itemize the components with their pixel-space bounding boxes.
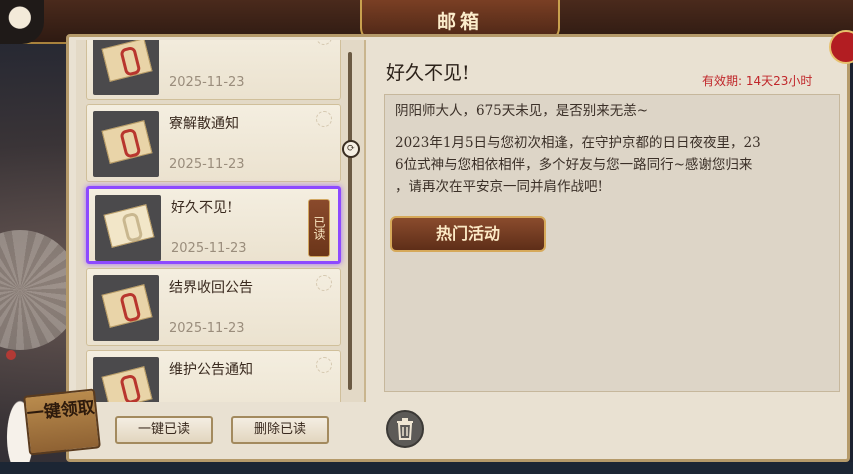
trash-button[interactable] xyxy=(386,410,424,448)
envelope-icon xyxy=(93,357,159,402)
flower-icon xyxy=(316,111,332,127)
mail-item[interactable]: 结界收回公告 2025-11-23 xyxy=(86,268,341,346)
scroll-handle-icon[interactable]: ⟳ xyxy=(342,140,360,158)
hot-event-button[interactable]: 热门活动 xyxy=(390,216,546,252)
lantern-dot xyxy=(6,350,16,360)
envelope-icon xyxy=(93,275,159,341)
mail-title: 寮解散通知 xyxy=(169,116,239,132)
envelope-icon xyxy=(93,111,159,177)
envelope-icon xyxy=(93,40,159,95)
mail-list[interactable]: 2025-11-23 寮解散通知 2025-11-23 好久不见! 2025-1… xyxy=(76,40,366,402)
trash-icon xyxy=(397,418,413,440)
mail-date: 2025-11-23 xyxy=(169,157,245,172)
content-line: 6位式神与您相依相伴，多个好友与您一路同行~感谢您归来 xyxy=(395,157,753,173)
expiry-text: 有效期: 14天23小时 xyxy=(702,74,813,88)
claim-all-label: 一键领取 xyxy=(25,397,96,425)
mail-date: 2025-11-23 xyxy=(169,75,245,90)
avatar[interactable] xyxy=(0,0,44,44)
claim-all-button[interactable]: 一键领取 xyxy=(23,388,101,456)
mail-date: 2025-11-23 xyxy=(171,241,247,256)
content-line: 2023年1月5日与您初次相逢，在守护京都的日日夜夜里，23 xyxy=(395,135,761,151)
mail-title: 好久不见! xyxy=(171,200,233,216)
detail-title: 好久不见! xyxy=(386,62,470,84)
scrollbar[interactable] xyxy=(348,52,352,390)
flower-icon xyxy=(316,275,332,291)
content-line: 阴阳师大人，675天未见，是否别来无恙~ xyxy=(395,103,649,119)
mail-item[interactable]: 2025-11-23 xyxy=(86,40,341,100)
mail-title: 维护公告通知 xyxy=(169,362,253,378)
content-line: ，请再次在平安京一同并肩作战吧! xyxy=(395,179,603,195)
flower-icon xyxy=(316,357,332,373)
delete-read-button[interactable]: 删除已读 xyxy=(231,416,329,444)
mail-item-selected[interactable]: 好久不见! 2025-11-23 已读 xyxy=(86,186,341,264)
mail-date: 2025-11-23 xyxy=(169,321,245,336)
flower-icon xyxy=(316,40,332,45)
mail-item[interactable]: 维护公告通知 xyxy=(86,350,341,402)
bottom-strip xyxy=(0,462,853,474)
mail-title: 结界收回公告 xyxy=(169,280,253,296)
read-all-button[interactable]: 一键已读 xyxy=(115,416,213,444)
page-title: 邮箱 xyxy=(436,10,483,33)
mail-item[interactable]: 寮解散通知 2025-11-23 xyxy=(86,104,341,182)
read-tag: 已读 xyxy=(308,199,330,257)
open-envelope-icon xyxy=(95,195,161,261)
